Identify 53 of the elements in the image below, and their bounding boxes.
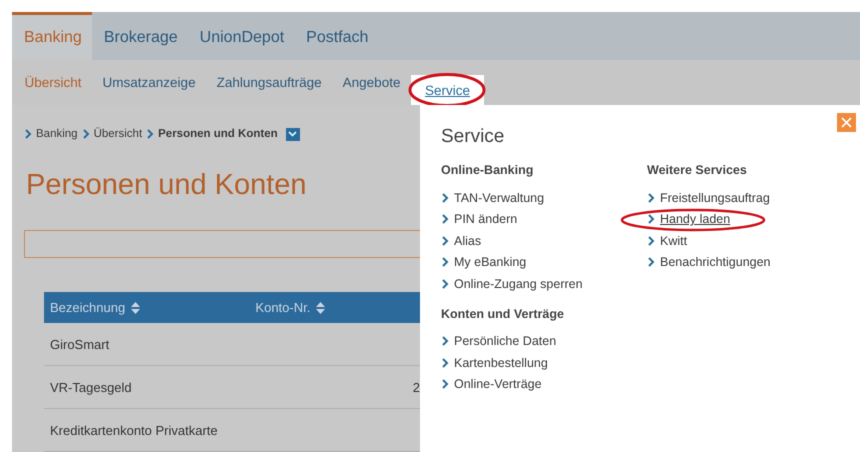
- table-cell: Kreditkartenkonto Privatkarte: [50, 422, 218, 438]
- main-nav-tab[interactable]: Brokerage: [92, 12, 188, 60]
- chevron-icon: [441, 257, 449, 268]
- chevron-down-icon: [288, 131, 298, 138]
- chevron-icon: [441, 336, 449, 346]
- page-title: Personen und Konten: [26, 168, 308, 204]
- column-heading[interactable]: Konto-Nr.: [255, 300, 310, 315]
- chevron-icon: [647, 214, 655, 224]
- main-nav-tab[interactable]: Postfach: [294, 12, 378, 60]
- sort-icon[interactable]: [316, 302, 326, 314]
- close-button[interactable]: [837, 113, 856, 132]
- main-nav-tab[interactable]: UnionDepot: [188, 12, 294, 60]
- menu-link[interactable]: Alias: [441, 230, 482, 252]
- group-heading: Konten und Verträge: [441, 306, 565, 320]
- chevron-icon: [441, 358, 449, 368]
- menu-link[interactable]: My eBanking: [441, 252, 526, 273]
- table-cell: GiroSmart: [50, 336, 110, 352]
- menu-link[interactable]: Freistellungsauftrag: [647, 187, 770, 208]
- menu-link[interactable]: Kartenbestellung: [441, 352, 548, 374]
- sub-nav-tab[interactable]: Umsatzanzeige: [92, 60, 206, 105]
- breadcrumb-item[interactable]: Banking: [36, 128, 78, 140]
- chevron-icon: [441, 214, 449, 224]
- group-heading: Weitere Services: [647, 163, 748, 177]
- dropdown-button[interactable]: [286, 128, 300, 141]
- menu-link[interactable]: Kwitt: [647, 230, 688, 252]
- column-heading[interactable]: Bezeichnung: [50, 300, 126, 315]
- chevron-icon: [441, 192, 449, 203]
- breadcrumb-item: Personen und Konten: [158, 128, 278, 140]
- chevron-icon: [647, 257, 655, 268]
- menu-link[interactable]: Benachrichtigungen: [647, 252, 770, 273]
- menu-link[interactable]: Online-Zugang sperren: [441, 273, 583, 294]
- chevron-icon: [24, 129, 32, 140]
- chevron-icon: [441, 379, 449, 390]
- chevron-icon: [441, 236, 449, 246]
- menu-link[interactable]: PIN ändern: [441, 208, 518, 230]
- close-icon: [841, 117, 852, 128]
- sort-icon[interactable]: [131, 302, 140, 314]
- chevron-icon: [82, 129, 90, 140]
- menu-link[interactable]: TAN-Verwaltung: [441, 187, 544, 208]
- breadcrumb-item[interactable]: Übersicht: [94, 128, 142, 140]
- chevron-icon: [441, 278, 449, 289]
- sub-nav-tab[interactable]: Zahlungsaufträge: [206, 60, 332, 105]
- table-cell: VR-Tagesgeld: [50, 380, 132, 394]
- chevron-icon: [146, 129, 154, 140]
- menu-link[interactable]: Persönliche Daten: [441, 330, 556, 352]
- menu-title: Service: [441, 125, 506, 149]
- chevron-icon: [647, 192, 655, 203]
- group-heading: Online-Banking: [441, 163, 534, 177]
- sub-nav-tab[interactable]: Service: [410, 75, 484, 105]
- menu-link[interactable]: Online-Verträge: [441, 374, 542, 395]
- chevron-icon: [647, 236, 655, 246]
- table-cell: 2: [412, 380, 420, 394]
- sub-nav-tab[interactable]: Angebote: [332, 60, 411, 105]
